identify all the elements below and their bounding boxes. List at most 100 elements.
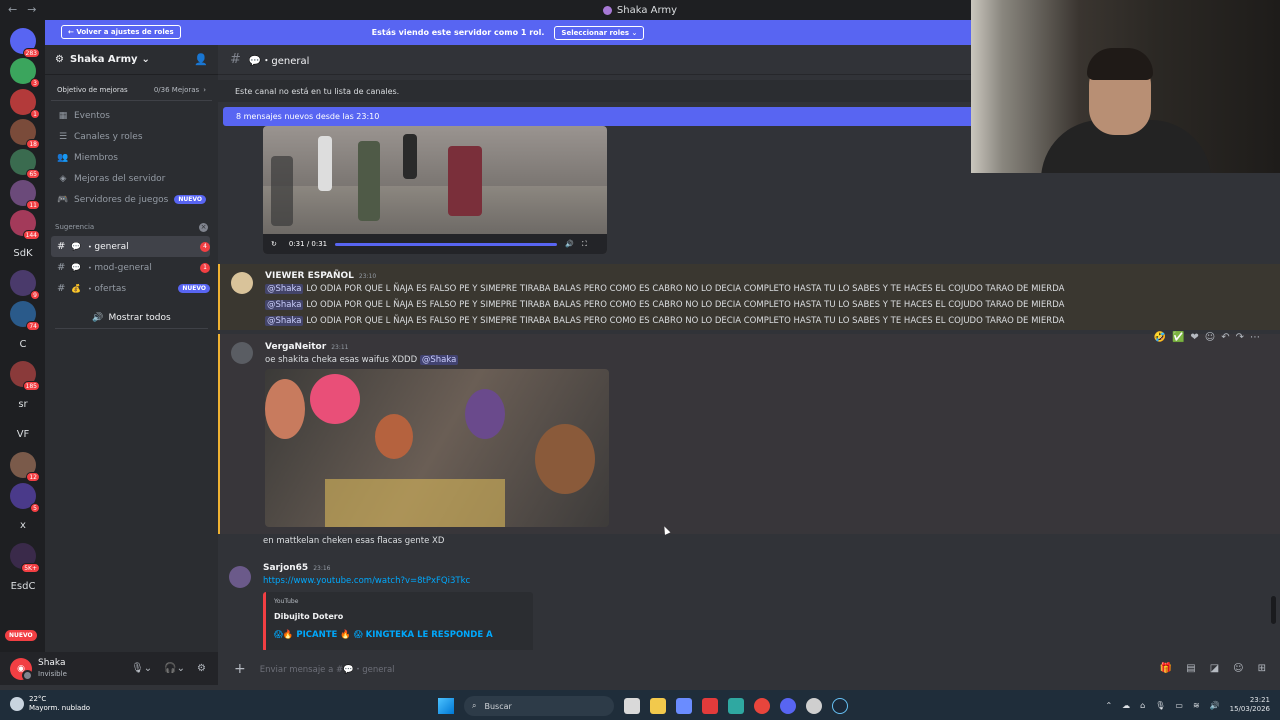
forward-icon[interactable]: ↷ — [1236, 332, 1244, 343]
server-icon-2[interactable]: 1 — [10, 88, 40, 119]
volume-tray-icon[interactable]: 🔊 — [1210, 701, 1220, 710]
mic-tray-icon[interactable]: 🎙 — [1155, 701, 1165, 710]
back-arrow-icon[interactable]: ← — [8, 3, 17, 16]
user-info[interactable]: Shaka Invisible — [38, 658, 67, 680]
laugh-emoji-icon[interactable]: 🤣 — [1153, 332, 1165, 343]
server-icon-18[interactable]: EsdC — [10, 573, 36, 599]
channel-item[interactable]: # 💰 ・ ofertas NUEVO — [51, 278, 210, 299]
channel-item[interactable]: # 💬 ・ mod-general 1 — [51, 257, 210, 278]
fullscreen-icon[interactable]: ⛶ — [582, 240, 587, 249]
server-icon-13[interactable]: VF — [10, 422, 36, 448]
server-icon-6[interactable]: 144 — [10, 209, 40, 240]
message-author[interactable]: Sarjon65 23:16 — [263, 563, 331, 573]
server-icon-17[interactable]: 5K+ — [10, 543, 40, 574]
forward-arrow-icon[interactable]: → — [27, 3, 36, 16]
video-attachment[interactable]: ↻ 0:31 / 0:31 🔊 ⛶ — [263, 126, 607, 254]
user-mention[interactable]: @Shaka — [419, 355, 459, 365]
boost-goal[interactable]: Objetivo de mejoras 0/36 Mejoras › — [51, 79, 212, 101]
wifi-icon[interactable]: ≋ — [1193, 701, 1200, 710]
server-icon-14[interactable]: 12 — [10, 452, 40, 483]
server-icon-5[interactable]: 11 — [10, 179, 40, 210]
plus-icon[interactable]: + — [234, 661, 246, 677]
steam-icon[interactable] — [832, 698, 848, 714]
menu-item-1[interactable]: ☰ Canales y roles — [45, 126, 218, 147]
message-author[interactable]: VergaNeitor 23:11 — [265, 342, 348, 352]
server-icon-0[interactable]: 283 — [10, 28, 40, 58]
discord-icon[interactable] — [780, 698, 796, 714]
server-icon-15[interactable]: 5 — [10, 482, 40, 513]
weather-widget[interactable]: 22°C Mayorm. nublado — [10, 695, 90, 713]
show-all-button[interactable]: 🔊 Mostrar todos — [55, 307, 208, 329]
image-attachment[interactable] — [265, 369, 609, 527]
avatar[interactable] — [231, 272, 253, 294]
file-explorer-icon[interactable] — [650, 698, 666, 714]
chevron-up-icon[interactable]: ⌃ — [1105, 701, 1112, 710]
avatar[interactable] — [231, 342, 253, 364]
channel-item[interactable]: # 💬 ・ general 4 — [51, 236, 210, 257]
apps-icon[interactable]: ⊞ — [1258, 663, 1266, 674]
server-icon-1[interactable]: 3 — [10, 58, 40, 89]
back-to-roles-button[interactable]: ← Volver a ajustes de roles — [61, 25, 181, 39]
more-icon[interactable]: ⋯ — [1250, 332, 1260, 343]
microphone-icon[interactable]: 🎙⌄ — [131, 663, 152, 674]
user-mention[interactable]: @Shaka — [265, 284, 304, 294]
photo-person — [310, 374, 360, 424]
server-icon-10[interactable]: C — [10, 331, 36, 357]
server-icon-11[interactable]: 185 — [10, 361, 40, 392]
video-progress[interactable] — [335, 242, 558, 246]
embed-provider[interactable]: YouTube — [274, 598, 525, 605]
server-icon-8[interactable]: 9 — [10, 270, 40, 301]
menu-item-2[interactable]: 👥 Miembros — [45, 147, 218, 168]
add-reaction-icon[interactable]: ☺ — [1205, 332, 1215, 343]
cloud-icon[interactable]: ☁ — [1122, 701, 1130, 710]
add-member-icon[interactable]: 👤 — [194, 53, 208, 66]
select-roles-button[interactable]: Seleccionar roles ⌄ — [554, 25, 645, 40]
reply-icon[interactable]: ↶ — [1221, 332, 1229, 343]
chrome-icon[interactable] — [754, 698, 770, 714]
message-input[interactable]: Enviar mensaje a #💬・general — [260, 663, 395, 675]
edge-icon[interactable] — [728, 698, 744, 714]
server-icon-3[interactable]: 18 — [10, 118, 40, 149]
server-icon-12[interactable]: sr — [10, 392, 36, 418]
copilot-icon[interactable] — [676, 698, 692, 714]
gif-icon[interactable]: ▤ — [1186, 663, 1195, 674]
obs-icon[interactable] — [806, 698, 822, 714]
wps-icon[interactable] — [702, 698, 718, 714]
avatar[interactable]: ◉ — [10, 657, 33, 681]
server-icon-7[interactable]: SdK — [10, 240, 36, 266]
gear-icon[interactable]: ⚙ — [197, 663, 206, 674]
network-icon[interactable]: ⌂ — [1140, 701, 1145, 710]
menu-item-0[interactable]: ▦ Eventos — [45, 105, 218, 126]
sticker-icon[interactable]: ◪ — [1210, 663, 1219, 674]
server-header[interactable]: ⚙ Shaka Army ⌄ 👤 — [45, 45, 218, 75]
message-link[interactable]: https://www.youtube.com/watch?v=8tPxFQi3… — [263, 576, 470, 586]
clock[interactable]: 23:21 15/03/2026 — [1230, 696, 1270, 714]
scrollbar[interactable] — [1271, 596, 1276, 624]
taskbar-search[interactable]: ⌕ Buscar — [464, 696, 614, 716]
menu-item-3[interactable]: ◈ Mejoras del servidor — [45, 168, 218, 189]
menu-item-4[interactable]: 🎮 Servidores de juegos NUEVO — [45, 189, 218, 210]
message-author[interactable]: VIEWER ESPAÑOL 23:10 — [265, 271, 376, 281]
close-icon[interactable]: × — [199, 222, 208, 232]
server-icon-4[interactable]: 65 — [10, 149, 40, 180]
replay-icon[interactable]: ↻ — [271, 240, 277, 248]
emoji-icon[interactable]: ☺ — [1233, 663, 1243, 674]
volume-icon[interactable]: 🔊 — [565, 240, 574, 248]
new-messages-bar[interactable]: 8 mensajes nuevos desde las 23:10 — [223, 107, 971, 126]
user-mention[interactable]: @Shaka — [265, 300, 304, 310]
user-mention[interactable]: @Shaka — [265, 316, 304, 326]
embed-author[interactable]: Dibujito Dotero — [274, 612, 525, 621]
display-icon[interactable]: ▭ — [1175, 701, 1183, 710]
heart-emoji-icon[interactable]: ❤ — [1190, 332, 1198, 343]
embed-title[interactable]: 😱🔥 PICANTE 🔥 😱 KINGTEKA LE RESPONDE A — [274, 630, 525, 640]
server-icon-16[interactable]: x — [10, 513, 36, 539]
avatar[interactable] — [229, 566, 251, 588]
check-emoji-icon[interactable]: ✅ — [1172, 332, 1184, 343]
windows-start-icon[interactable] — [438, 698, 454, 714]
headphones-icon[interactable]: 🎧⌄ — [164, 663, 185, 674]
new-servers-pill[interactable]: NUEVO — [5, 630, 37, 641]
gift-icon[interactable]: 🎁 — [1160, 663, 1172, 674]
task-view-icon[interactable] — [624, 698, 640, 714]
server-icon-9[interactable]: 74 — [10, 300, 40, 331]
category-sugerencia[interactable]: Sugerencia × — [45, 218, 218, 236]
